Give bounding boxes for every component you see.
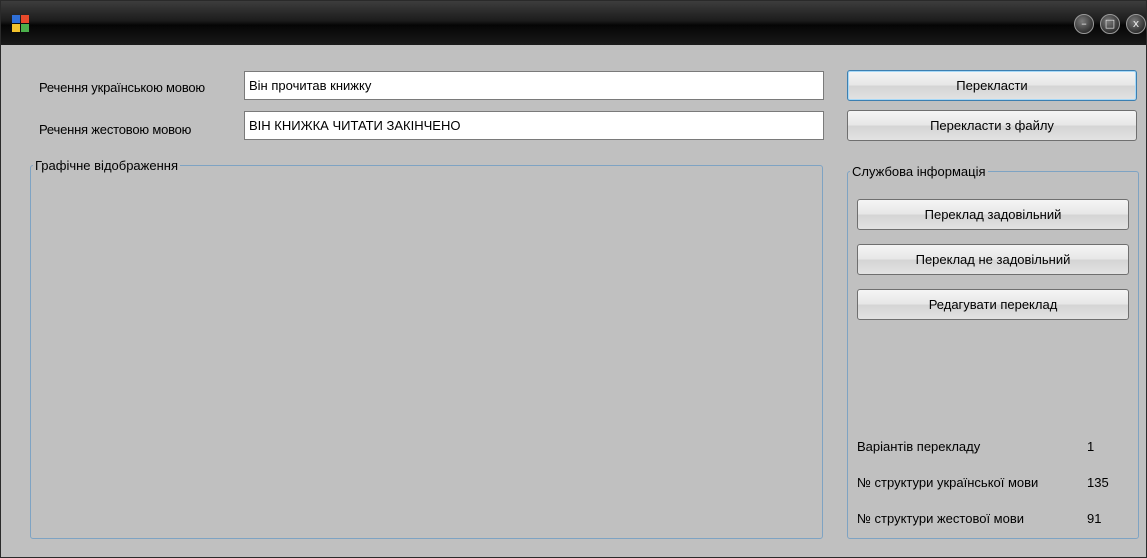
- ukrainian-structure-value: 135: [1087, 475, 1109, 490]
- graphic-display-title: Графічне відображення: [33, 158, 180, 173]
- title-bar[interactable]: – □ x: [1, 1, 1146, 45]
- ukrainian-structure-row: № структури української мови 135: [857, 475, 1119, 493]
- minimize-button[interactable]: –: [1074, 14, 1094, 34]
- ukrainian-structure-label: № структури української мови: [857, 475, 1039, 490]
- app-window-icon[interactable]: [12, 15, 30, 33]
- edit-translation-button[interactable]: Редагувати переклад: [857, 289, 1129, 320]
- translation-unsatisfactory-button[interactable]: Переклад не задовільний: [857, 244, 1129, 275]
- translation-satisfactory-button[interactable]: Переклад задовільний: [857, 199, 1129, 230]
- sign-sentence-label: Речення жестовою мовою: [39, 122, 192, 137]
- service-info-title: Службова інформація: [850, 164, 988, 179]
- ukrainian-sentence-input[interactable]: Він прочитав книжку: [244, 71, 824, 100]
- sign-structure-label: № структури жестової мови: [857, 511, 1025, 526]
- main-window: – □ x Речення українською мовою Він проч…: [0, 0, 1147, 558]
- maximize-button[interactable]: □: [1100, 14, 1120, 34]
- variants-count-row: Варіантів перекладу 1: [857, 439, 1119, 457]
- sign-structure-row: № структури жестової мови 91: [857, 511, 1119, 529]
- sign-sentence-input[interactable]: ВІН КНИЖКА ЧИТАТИ ЗАКІНЧЕНО: [244, 111, 824, 140]
- variants-count-value: 1: [1087, 439, 1095, 454]
- sign-structure-value: 91: [1087, 511, 1102, 526]
- close-button[interactable]: x: [1126, 14, 1146, 34]
- translate-button[interactable]: Перекласти: [847, 70, 1137, 101]
- variants-count-label: Варіантів перекладу: [857, 439, 981, 454]
- ukrainian-sentence-label: Речення українською мовою: [39, 80, 205, 95]
- graphic-display-group: Графічне відображення: [30, 159, 823, 539]
- translate-from-file-button[interactable]: Перекласти з файлу: [847, 110, 1137, 141]
